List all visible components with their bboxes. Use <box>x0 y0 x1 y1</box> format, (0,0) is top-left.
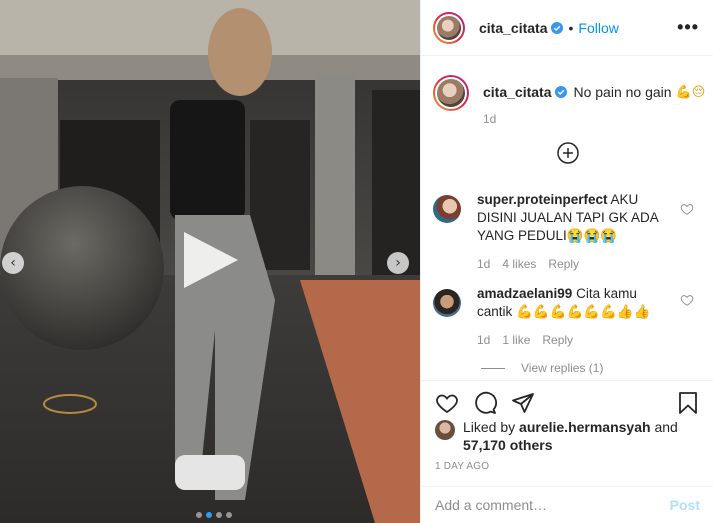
carousel-dot <box>196 512 202 518</box>
carousel-dot <box>226 512 232 518</box>
comment-username[interactable]: super.proteinperfect <box>477 192 608 207</box>
comment-likes[interactable]: 4 likes <box>502 255 536 273</box>
caption-username[interactable]: cita_citata <box>483 84 551 100</box>
avatar[interactable] <box>433 11 465 44</box>
commenter-avatar[interactable] <box>433 195 461 223</box>
verified-badge-icon <box>555 86 568 98</box>
post-header: cita_citata • Follow ••• <box>421 0 713 56</box>
like-heart-icon[interactable] <box>435 391 459 415</box>
liker-avatar[interactable] <box>435 420 455 440</box>
view-replies-label: View replies (1) <box>521 361 604 375</box>
liker-username[interactable]: aurelie.hermansyah <box>519 419 651 435</box>
comment-item: super.proteinperfect AKU DISINI JUALAN T… <box>433 191 703 273</box>
carousel-prev-button[interactable]: ‹ <box>2 252 24 274</box>
more-options-icon[interactable]: ••• <box>677 17 699 38</box>
header-separator: • <box>568 19 574 36</box>
carousel-dot <box>216 512 222 518</box>
caption-text: No pain no gain <box>573 84 672 100</box>
view-replies-button[interactable]: View replies (1) <box>481 361 603 375</box>
verified-badge-icon <box>551 21 564 34</box>
share-icon[interactable] <box>511 391 535 415</box>
caption: cita_citata No pain no gain 💪😔 1d <box>433 75 705 126</box>
carousel-dots <box>196 512 232 518</box>
comment-input[interactable] <box>435 497 670 513</box>
carousel-next-button[interactable]: › <box>387 252 409 274</box>
comment-time[interactable]: 1d <box>477 331 490 349</box>
load-more-comments-icon[interactable] <box>557 142 579 164</box>
comment-time[interactable]: 1d <box>477 255 490 273</box>
author-username[interactable]: cita_citata <box>479 20 547 36</box>
avatar[interactable] <box>433 75 469 111</box>
post-media[interactable]: ‹ › <box>0 0 420 523</box>
comments-list: cita_citata No pain no gain 💪😔 1d super.… <box>421 57 713 380</box>
comment-like-heart-icon[interactable] <box>680 293 694 307</box>
carousel-dot-active <box>206 512 212 518</box>
caption-emoji: 💪😔 <box>675 84 706 100</box>
likes-prefix: Liked by <box>463 419 516 435</box>
comment-item: amadzaelani99 Cita kamu cantik 💪💪💪💪💪💪👍👍 … <box>433 285 703 349</box>
caption-time[interactable]: 1d <box>483 112 705 126</box>
post-date[interactable]: 1 DAY AGO <box>435 461 489 472</box>
likes-others[interactable]: 57,170 others <box>463 437 553 453</box>
comment-icon[interactable] <box>473 391 497 415</box>
likes-summary: Liked by aurelie.hermansyah and 57,170 o… <box>435 418 678 454</box>
reply-button[interactable]: Reply <box>548 255 579 273</box>
comment-username[interactable]: amadzaelani99 <box>477 286 572 301</box>
likes-and: and <box>654 419 678 435</box>
comment-likes[interactable]: 1 like <box>502 331 530 349</box>
post-comment-button[interactable]: Post <box>670 497 700 513</box>
comment-like-heart-icon[interactable] <box>680 202 694 216</box>
post-sidebar: cita_citata • Follow ••• cita_citata No … <box>420 0 713 523</box>
add-comment-bar: Post <box>421 486 713 523</box>
follow-button[interactable]: Follow <box>578 20 618 36</box>
replies-divider <box>481 367 505 369</box>
commenter-avatar[interactable] <box>433 289 461 317</box>
bookmark-icon[interactable] <box>676 391 700 415</box>
play-icon[interactable] <box>180 230 240 290</box>
reply-button[interactable]: Reply <box>542 331 573 349</box>
